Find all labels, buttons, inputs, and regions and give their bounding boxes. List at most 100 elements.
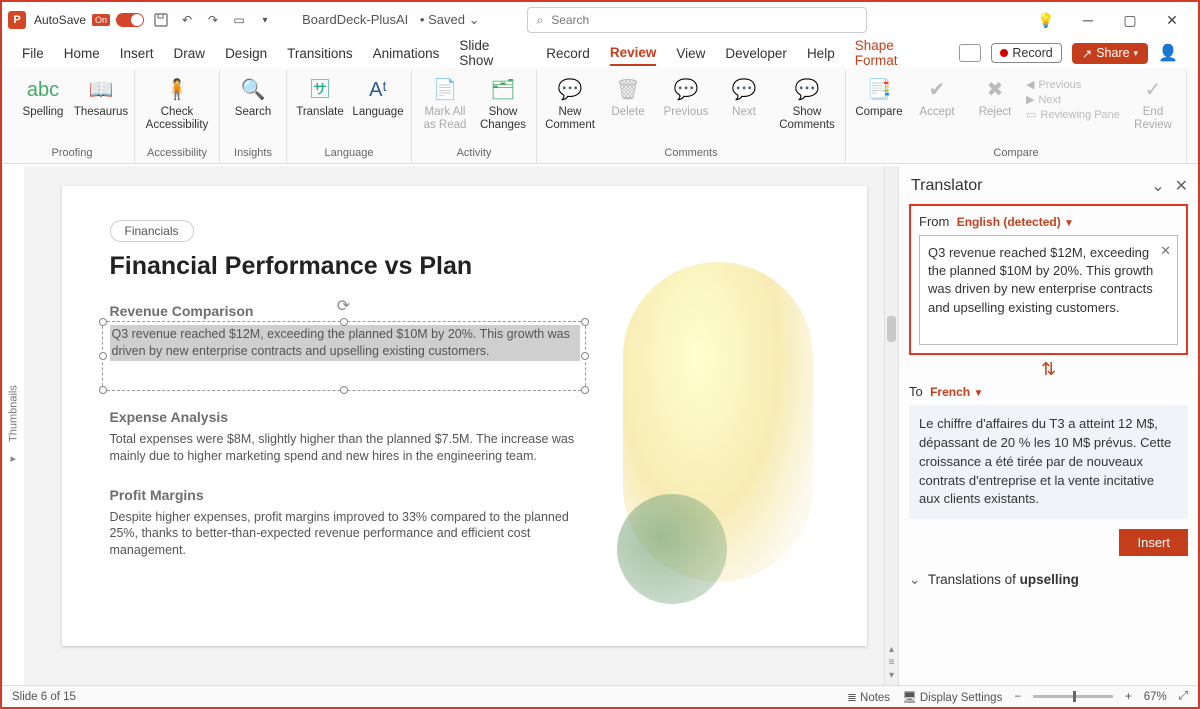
target-text-box[interactable]: Le chiffre d'affaires du T3 a atteint 12… — [909, 405, 1188, 519]
tab-slide-show[interactable]: Slide Show — [459, 34, 526, 72]
zoom-out-icon[interactable]: − — [1014, 691, 1021, 703]
zoom-in-icon[interactable]: + — [1125, 691, 1132, 703]
ribbon: abcSpelling 📖Thesaurus Proofing 🧍Check A… — [2, 68, 1198, 164]
scroll-down-icon[interactable]: ▾ — [889, 670, 894, 681]
reject-icon: ✖ — [987, 76, 1004, 104]
prev-comment-icon: 💬 — [674, 76, 699, 104]
account-icon[interactable]: 👤 — [1158, 43, 1178, 63]
document-title[interactable]: BoardDeck-PlusAI • Saved ⌄ — [302, 12, 479, 28]
app-icon: P — [8, 11, 26, 29]
autosave-label: AutoSave — [34, 13, 86, 27]
zoom-level[interactable]: 67% — [1144, 691, 1167, 703]
chevron-down-icon: ▼ — [973, 388, 983, 399]
from-language-select[interactable]: English (detected) ▼ — [957, 215, 1074, 229]
tab-transitions[interactable]: Transitions — [287, 42, 353, 65]
record-button[interactable]: Record — [991, 43, 1061, 63]
translate-button[interactable]: 🈂Translate — [293, 74, 347, 121]
autosave-toggle[interactable]: AutoSave On — [34, 13, 144, 27]
section-2-body[interactable]: Total expenses were $8M, slightly higher… — [110, 431, 580, 465]
tab-file[interactable]: File — [22, 42, 44, 65]
spelling-button[interactable]: abcSpelling — [16, 74, 70, 121]
vertical-scrollbar[interactable]: ▴ ≡ ▾ — [884, 166, 898, 685]
slide-canvas[interactable]: Financials Financial Performance vs Plan… — [24, 166, 884, 685]
work-area: ▸ Thumbnails Financials Financial Perfor… — [2, 166, 1198, 685]
translations-of-toggle[interactable]: ⌄ Translations of upselling — [909, 572, 1188, 588]
smart-lookup-button[interactable]: 🔍Search — [226, 74, 280, 121]
prev-change-icon: ◀ — [1026, 78, 1034, 91]
lightbulb-icon[interactable]: 💡 — [1032, 6, 1060, 34]
minimize-button[interactable]: ─ — [1074, 6, 1102, 34]
from-label: From — [919, 214, 949, 229]
search-icon: 🔍 — [241, 76, 266, 104]
tab-help[interactable]: Help — [807, 42, 835, 65]
undo-icon[interactable]: ↶ — [178, 11, 196, 29]
thesaurus-button[interactable]: 📖Thesaurus — [74, 74, 128, 121]
new-comment-icon: 💬 — [558, 76, 583, 104]
show-changes-icon: 🗂 — [490, 76, 515, 104]
accessibility-icon: 🧍 — [165, 76, 190, 104]
scroll-up-icon[interactable]: ▴ — [889, 644, 894, 655]
tab-animations[interactable]: Animations — [373, 42, 440, 65]
zoom-slider[interactable] — [1033, 695, 1113, 698]
thumbnails-rail[interactable]: ▸ Thumbnails — [2, 166, 24, 685]
maximize-button[interactable]: ▢ — [1116, 6, 1144, 34]
ribbon-tabs: File Home Insert Draw Design Transitions… — [2, 38, 1198, 68]
autosave-state: On — [92, 14, 110, 26]
pane-dropdown-icon[interactable]: ⌄ — [1151, 176, 1164, 196]
reject-button: ✖Reject — [968, 74, 1022, 121]
to-label: To — [909, 384, 923, 399]
tab-review[interactable]: Review — [610, 41, 657, 66]
pane-close-icon[interactable]: ✕ — [1175, 176, 1188, 196]
tab-insert[interactable]: Insert — [120, 42, 154, 65]
show-changes-button[interactable]: 🗂Show Changes — [476, 74, 530, 134]
present-icon[interactable]: ▭ — [230, 11, 248, 29]
fit-to-window-icon[interactable]: ⤢ — [1179, 690, 1188, 703]
tab-view[interactable]: View — [676, 42, 705, 65]
delete-comment-button: 🗑Delete — [601, 74, 655, 121]
tab-draw[interactable]: Draw — [174, 42, 206, 65]
source-text-box[interactable]: Q3 revenue reached $12M, exceeding the p… — [919, 235, 1178, 345]
search-input[interactable]: ⌕ Search — [527, 7, 867, 33]
scroll-mid-icon[interactable]: ≡ — [889, 657, 895, 668]
save-icon[interactable] — [152, 11, 170, 29]
language-button[interactable]: AᵗLanguage — [351, 74, 405, 121]
qat-dropdown-icon[interactable]: ▾ — [256, 11, 274, 29]
new-comment-button[interactable]: 💬New Comment — [543, 74, 597, 134]
tab-shape-format[interactable]: Shape Format — [855, 34, 940, 72]
from-block: From English (detected) ▼ Q3 revenue rea… — [909, 204, 1188, 355]
rotate-handle-icon[interactable]: ⟳ — [337, 296, 350, 316]
clear-source-icon[interactable]: ✕ — [1160, 242, 1171, 260]
redo-icon[interactable]: ↷ — [204, 11, 222, 29]
previous-comment-button: 💬Previous — [659, 74, 713, 121]
scrollbar-thumb[interactable] — [887, 316, 896, 342]
end-review-button: ✓End Review — [1126, 74, 1180, 134]
thesaurus-icon: 📖 — [89, 76, 114, 104]
slide-chip: Financials — [110, 220, 194, 242]
tab-home[interactable]: Home — [64, 42, 100, 65]
display-settings[interactable]: 🖥 Display Settings — [902, 690, 1002, 704]
swap-languages-icon[interactable]: ⇅ — [909, 355, 1188, 384]
show-comments-button[interactable]: 💬Show Comments — [775, 74, 839, 134]
language-icon: Aᵗ — [369, 76, 387, 104]
next-comment-button: 💬Next — [717, 74, 771, 121]
notes-toggle[interactable]: ≣ Notes — [847, 690, 890, 704]
compare-button[interactable]: 📑Compare — [852, 74, 906, 121]
comments-icon[interactable] — [959, 44, 981, 62]
end-review-icon: ✓ — [1145, 76, 1162, 104]
selection-box[interactable]: ⟳ — [102, 321, 586, 391]
share-button[interactable]: ↗Share▾ — [1072, 43, 1148, 64]
to-language-select[interactable]: French ▼ — [930, 385, 983, 399]
autosave-switch-icon[interactable] — [116, 13, 144, 27]
close-button[interactable]: ✕ — [1158, 6, 1186, 34]
show-comments-icon: 💬 — [795, 76, 820, 104]
next-change-icon: ▶ — [1026, 93, 1034, 106]
tab-developer[interactable]: Developer — [725, 42, 787, 65]
title-bar: P AutoSave On ↶ ↷ ▭ ▾ BoardDeck-PlusAI •… — [2, 2, 1198, 38]
tab-record[interactable]: Record — [546, 42, 590, 65]
tab-design[interactable]: Design — [225, 42, 267, 65]
section-3-body[interactable]: Despite higher expenses, profit margins … — [110, 509, 580, 560]
check-accessibility-button[interactable]: 🧍Check Accessibility — [141, 74, 213, 134]
slide-counter[interactable]: Slide 6 of 15 — [12, 691, 76, 703]
insert-button[interactable]: Insert — [1119, 529, 1188, 556]
reviewing-pane-icon: ▭ — [1026, 108, 1036, 121]
